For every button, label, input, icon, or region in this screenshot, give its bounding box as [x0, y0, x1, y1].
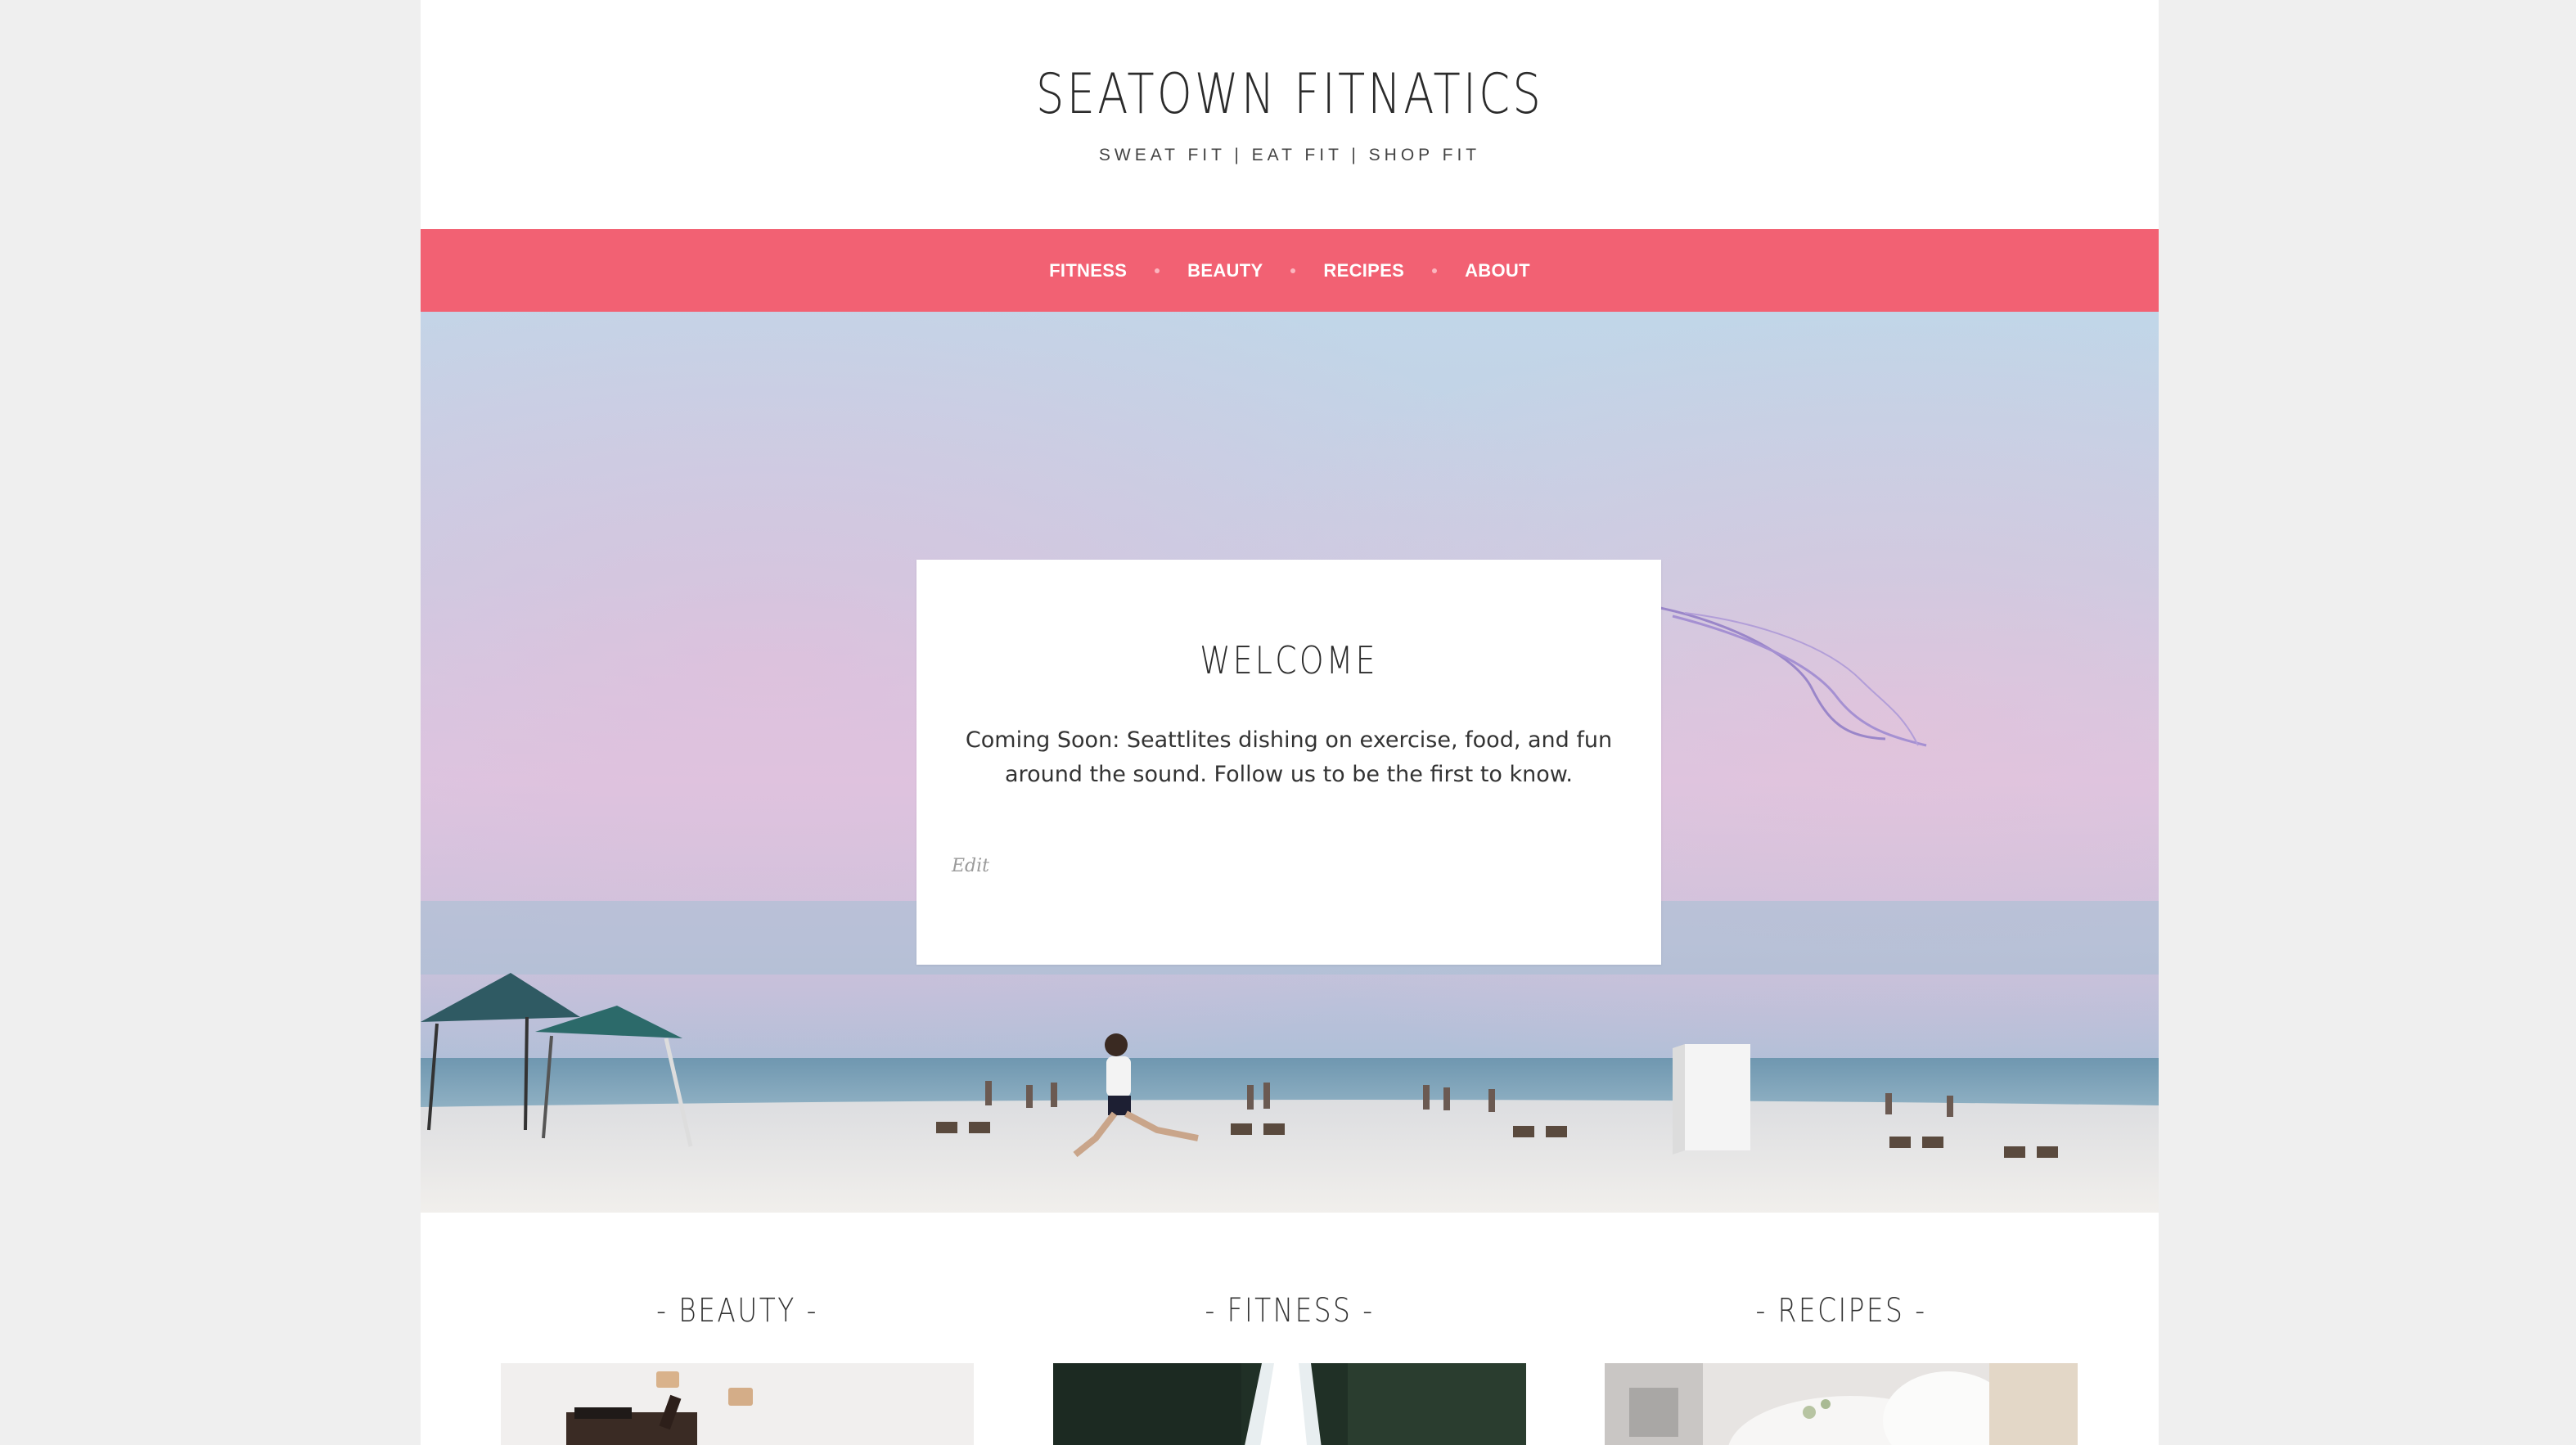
nav-item-about[interactable]: ABOUT [1465, 260, 1530, 281]
nav-item-recipes[interactable]: RECIPES [1323, 260, 1404, 281]
welcome-text: Coming Soon: Seattlites dishing on exerc… [965, 727, 1613, 787]
edit-link[interactable]: Edit [952, 856, 989, 876]
nav-separator-dot [1155, 268, 1160, 273]
category-thumbnail-beauty[interactable] [501, 1363, 974, 1445]
site-title[interactable]: SEATOWN FITNATICS [594, 67, 1984, 123]
category-beauty: - BEAUTY - [501, 1276, 974, 1445]
nav-separator-dot [1432, 268, 1438, 273]
category-thumbnail-recipes[interactable] [1605, 1363, 2078, 1445]
category-thumbnail-fitness[interactable] [1053, 1363, 1526, 1445]
category-title[interactable]: - RECIPES - [1647, 1276, 2035, 1327]
site-header: SEATOWN FITNATICS SWEAT FIT | EAT FIT | … [421, 0, 2159, 229]
recipes-thumbnail-image [1605, 1363, 2078, 1445]
hero-banner-image: WELCOME Coming Soon: Seattlites dishing … [421, 312, 2159, 1213]
fitness-thumbnail-image [1053, 1363, 1526, 1445]
category-fitness: - FITNESS - [1053, 1276, 1526, 1445]
nav-separator-dot [1290, 268, 1296, 273]
welcome-card: WELCOME Coming Soon: Seattlites dishing … [916, 560, 1661, 965]
site-tagline: SWEAT FIT | EAT FIT | SHOP FIT [1098, 146, 1481, 164]
nav-item-beauty[interactable]: BEAUTY [1187, 260, 1263, 281]
page: SEATOWN FITNATICS SWEAT FIT | EAT FIT | … [421, 0, 2159, 1445]
beauty-thumbnail-image [501, 1363, 974, 1445]
main-nav: FITNESS BEAUTY RECIPES ABOUT [421, 229, 2159, 312]
category-title[interactable]: - BEAUTY - [543, 1276, 931, 1327]
nav-item-fitness[interactable]: FITNESS [1049, 260, 1127, 281]
category-title[interactable]: - FITNESS - [1096, 1276, 1484, 1327]
category-recipes: - RECIPES - [1605, 1276, 2078, 1445]
welcome-title: WELCOME [1200, 638, 1378, 682]
